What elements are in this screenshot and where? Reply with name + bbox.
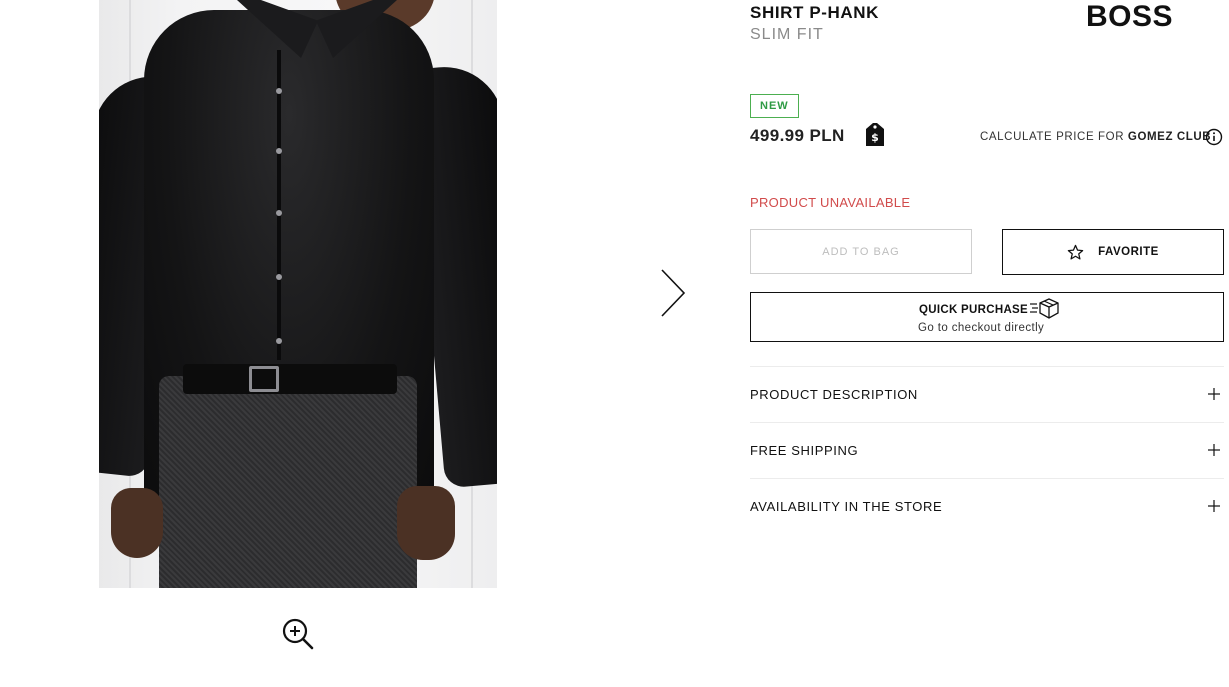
- new-badge: NEW: [750, 94, 799, 118]
- chevron-right-icon[interactable]: [652, 262, 694, 324]
- quick-purchase-button[interactable]: QUICK PURCHASE Go to checkout directly: [750, 292, 1224, 342]
- accordion-free-shipping[interactable]: FREE SHIPPING: [750, 422, 1224, 478]
- plus-icon: [1208, 444, 1220, 456]
- accordion-label: AVAILABILITY IN THE STORE: [750, 499, 943, 514]
- quick-purchase-title: QUICK PURCHASE: [919, 304, 1028, 316]
- accordion-label: PRODUCT DESCRIPTION: [750, 387, 918, 402]
- star-icon: [1067, 244, 1084, 260]
- product-price: 499.99 PLN: [750, 126, 845, 145]
- accordion-product-description[interactable]: PRODUCT DESCRIPTION: [750, 366, 1224, 422]
- accordion-label: FREE SHIPPING: [750, 443, 859, 458]
- delivery-box-icon: [1030, 298, 1059, 319]
- availability-status: PRODUCT UNAVAILABLE: [750, 195, 911, 210]
- zoom-in-icon[interactable]: [280, 616, 316, 652]
- product-title: SHIRT P-HANK: [750, 3, 880, 22]
- info-icon[interactable]: [1205, 128, 1223, 146]
- favorite-button[interactable]: FAVORITE: [1002, 229, 1224, 275]
- price-tag-icon: $: [866, 123, 884, 146]
- product-image[interactable]: [99, 0, 497, 588]
- add-to-bag-label: ADD TO BAG: [822, 245, 900, 258]
- plus-icon: [1208, 388, 1220, 400]
- calculate-price-link[interactable]: CALCULATE PRICE FOR GOMEZ CLUB: [980, 131, 1211, 143]
- svg-text:$: $: [871, 131, 879, 144]
- plus-icon: [1208, 500, 1220, 512]
- product-fit: SLIM FIT: [750, 26, 824, 43]
- gomez-club-label: GOMEZ CLUB: [1127, 131, 1212, 143]
- favorite-label: FAVORITE: [1098, 246, 1159, 258]
- accordion-availability-in-store[interactable]: AVAILABILITY IN THE STORE: [750, 478, 1224, 534]
- add-to-bag-button[interactable]: ADD TO BAG: [750, 229, 972, 274]
- quick-purchase-subtitle: Go to checkout directly: [918, 322, 1045, 334]
- calculate-price-prefix: CALCULATE PRICE FOR: [980, 131, 1125, 143]
- brand-logo[interactable]: BOSS: [1086, 0, 1173, 34]
